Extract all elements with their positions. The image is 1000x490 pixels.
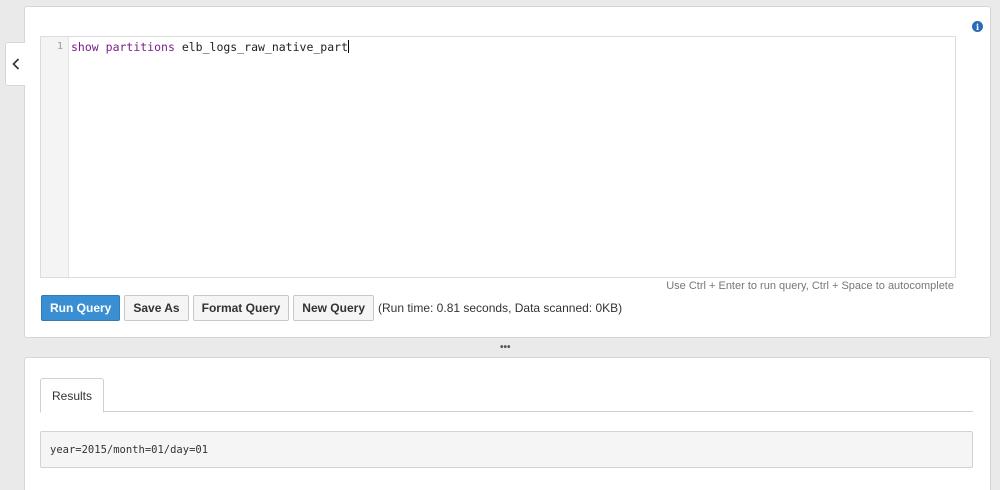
run-query-button[interactable]: Run Query	[41, 295, 121, 321]
result-value: year=2015/month=01/day=01	[50, 444, 209, 456]
panel-resize-handle[interactable]: •••	[500, 342, 511, 353]
save-as-button[interactable]: Save As	[124, 295, 189, 321]
chevron-left-icon	[11, 58, 19, 70]
new-query-button[interactable]: New Query	[293, 295, 374, 321]
format-query-button[interactable]: Format Query	[192, 295, 290, 321]
run-status-text: (Run time: 0.81 seconds, Data scanned: 0…	[378, 301, 623, 315]
keyboard-hint: Use Ctrl + Enter to run query, Ctrl + Sp…	[666, 280, 954, 292]
editor-gutter: 1	[41, 37, 69, 277]
text-caret	[348, 40, 349, 53]
query-toolbar: Run Query Save As Format Query New Query…	[41, 295, 622, 321]
code-line: show partitions elb_logs_raw_native_part	[71, 40, 349, 54]
keyword-partitions: partitions	[105, 40, 175, 54]
query-editor[interactable]: 1 show partitions elb_logs_raw_native_pa…	[40, 36, 956, 278]
collapse-sidebar-button[interactable]	[5, 42, 25, 86]
table-name: elb_logs_raw_native_part	[181, 40, 348, 54]
line-number: 1	[56, 41, 63, 52]
tab-results[interactable]: Results	[40, 378, 105, 413]
results-panel	[24, 357, 991, 490]
keyword-show: show	[71, 40, 99, 54]
info-icon[interactable]: i	[972, 21, 983, 32]
result-row: year=2015/month=01/day=01	[40, 431, 973, 468]
results-tabs: Results	[40, 378, 973, 413]
